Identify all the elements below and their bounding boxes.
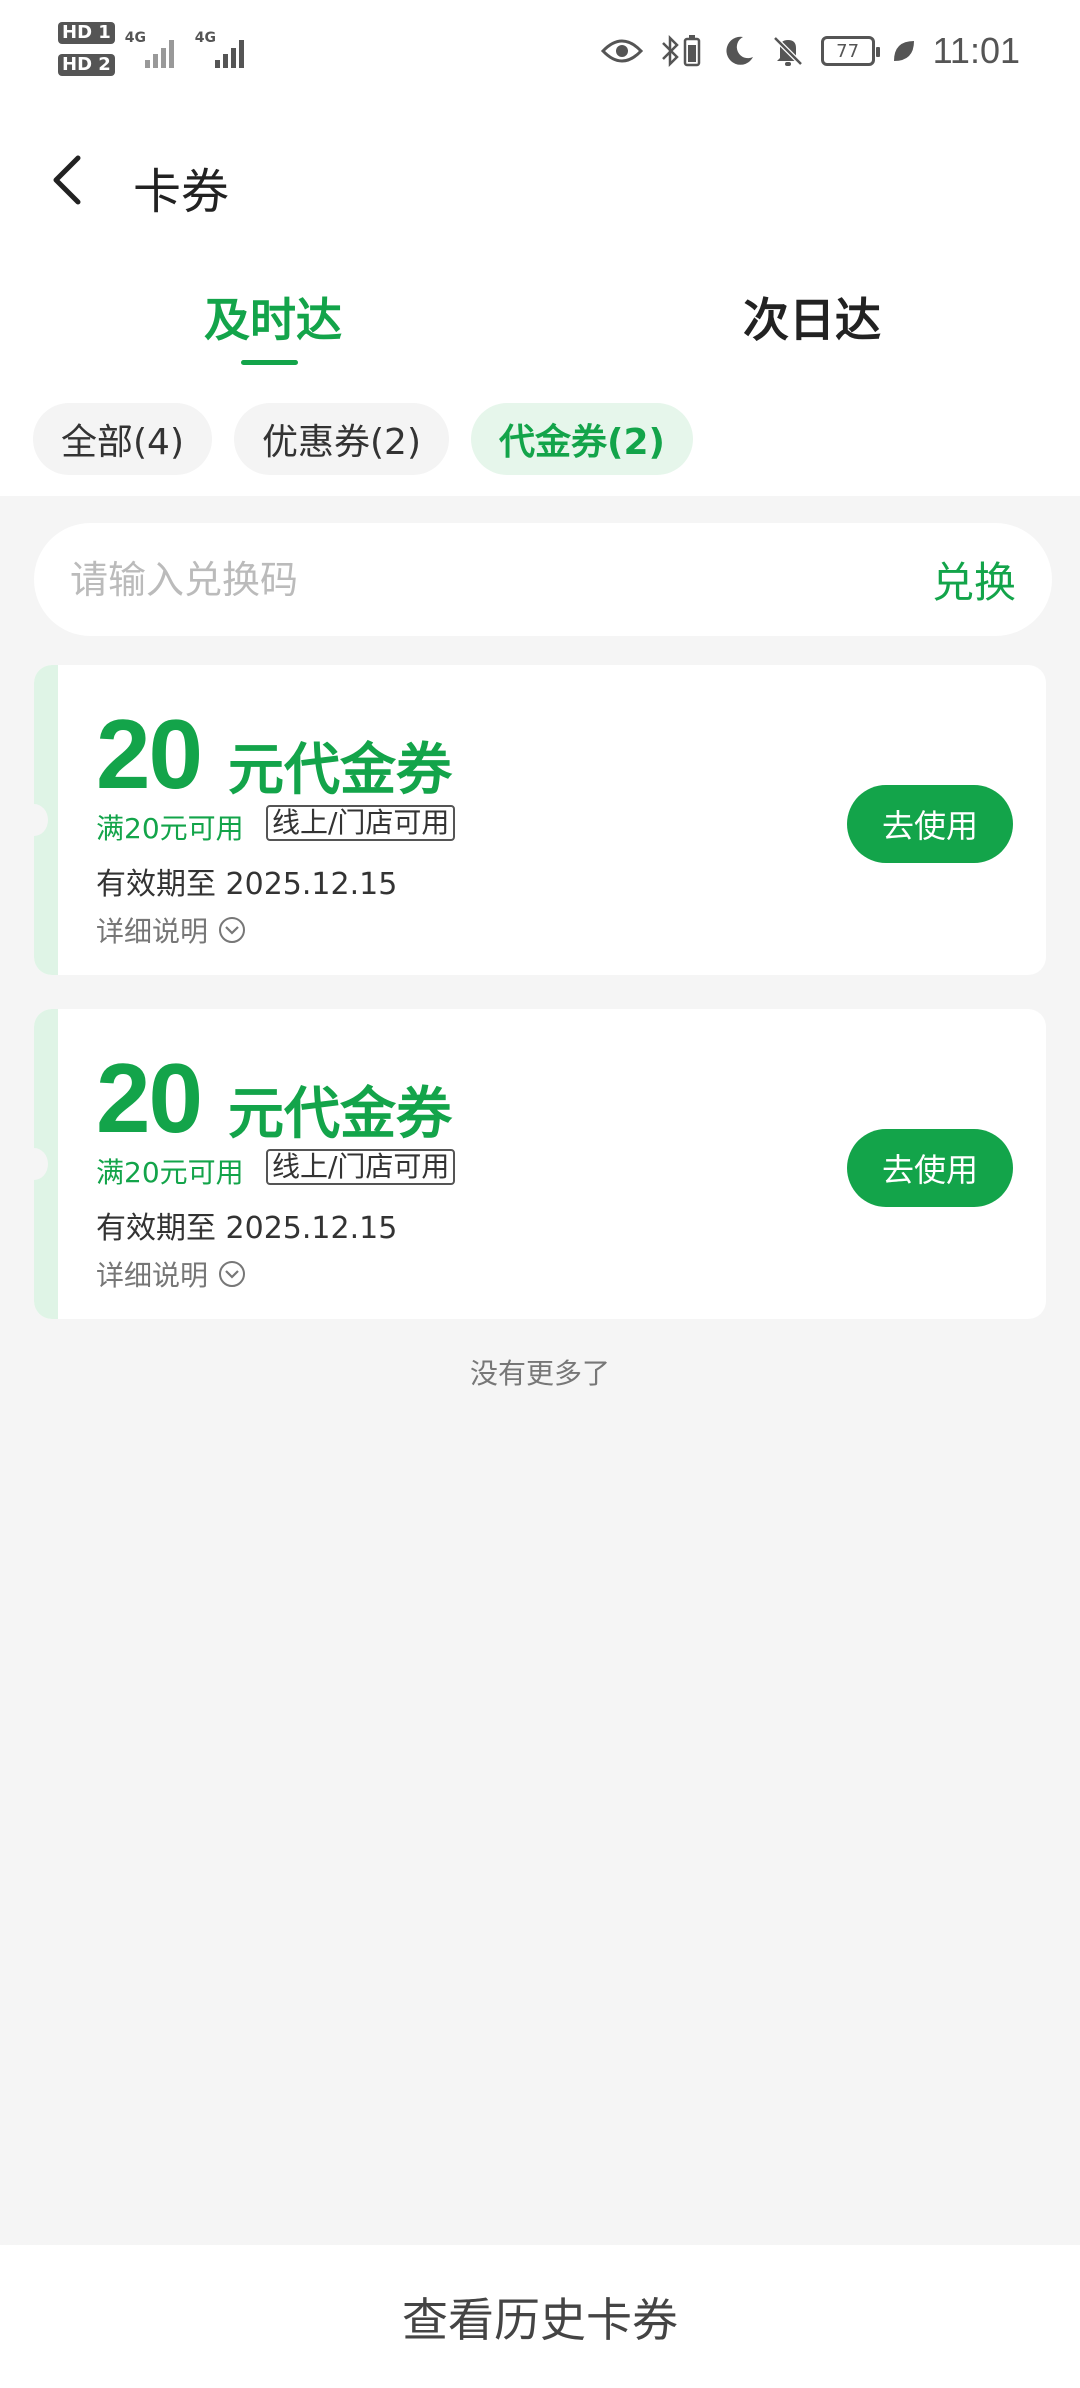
filter-voucher[interactable]: 代金券(2) (471, 403, 693, 475)
leaf-icon (893, 41, 914, 61)
mute-bell-icon (772, 36, 803, 66)
filter-all[interactable]: 全部(4) (33, 403, 212, 475)
chevron-down-circle-icon (219, 1261, 246, 1287)
use-coupon-button[interactable]: 去使用 (847, 1129, 1013, 1207)
signal-icon (144, 40, 174, 68)
coupon-condition: 满20元可用 (96, 812, 244, 845)
tab-next-day[interactable]: 次日达 (743, 284, 881, 350)
coupon-amount: 20 (96, 1043, 203, 1153)
coupon-condition: 满20元可用 (96, 1156, 244, 1189)
coupon-detail-label: 详细说明 (96, 915, 209, 948)
status-left: HD 1 HD 2 4G 4G (58, 22, 255, 76)
battery-indicator: 77 (820, 36, 880, 66)
tab-instant[interactable]: 及时达 (204, 284, 342, 350)
chevron-down-circle-icon (219, 917, 246, 943)
coupon-scope-tag: 线上/门店可用 (266, 1149, 456, 1185)
status-bar: HD 1 HD 2 4G 4G 77 11:01 (0, 0, 1080, 110)
coupon-amount: 20 (96, 699, 203, 809)
back-button[interactable] (42, 150, 102, 210)
signal-1: 4G (125, 22, 185, 72)
coupon-scope-tag: 线上/门店可用 (266, 805, 456, 841)
chevron-left-icon (53, 155, 81, 205)
eye-icon (600, 39, 643, 63)
view-history-button[interactable]: 查看历史卡券 (402, 2284, 678, 2350)
coupon-card: 20 元代金券 满20元可用 线上/门店可用 有效期至 2025.12.15 详… (34, 665, 1046, 975)
footer-bar: 查看历史卡券 (0, 2245, 1080, 2388)
coupons-page: HD 1 HD 2 4G 4G 77 11:01 卡券 及时达 次日达 全部(4… (0, 0, 1080, 2388)
coupon-type: 元代金券 (228, 738, 452, 803)
use-coupon-button[interactable]: 去使用 (847, 785, 1013, 863)
filter-chips: 全部(4) 优惠券(2) 代金券(2) (33, 403, 693, 475)
clock: 11:01 (932, 30, 1020, 71)
coupon-detail-label: 详细说明 (96, 1259, 209, 1292)
status-right: 77 11:01 (600, 30, 1020, 72)
bluetooth-battery-icon (661, 34, 700, 68)
end-of-list-text: 没有更多了 (469, 1357, 610, 1390)
sim2-badge: HD 2 (58, 54, 115, 76)
page-title: 卡券 (133, 164, 230, 220)
redeem-button[interactable]: 兑换 (932, 549, 1016, 610)
redeem-bar: 兑换 (34, 523, 1052, 636)
coupon-type: 元代金券 (228, 1082, 452, 1147)
signal-2: 4G (195, 22, 255, 72)
sim1-badge: HD 1 (58, 22, 115, 44)
coupon-detail-toggle[interactable]: 详细说明 (96, 910, 246, 950)
delivery-tabs: 及时达 次日达 (0, 270, 1080, 380)
coupon-validity: 有效期至 2025.12.15 (96, 1211, 398, 1246)
signal-icon (214, 40, 244, 68)
moon-icon (726, 36, 753, 65)
filter-discount[interactable]: 优惠券(2) (234, 403, 449, 475)
coupon-detail-toggle[interactable]: 详细说明 (96, 1254, 246, 1294)
header: 卡券 (0, 130, 1080, 230)
coupon-card: 20 元代金券 满20元可用 线上/门店可用 有效期至 2025.12.15 详… (34, 1009, 1046, 1319)
redeem-code-input[interactable] (70, 557, 870, 602)
active-tab-indicator (241, 360, 298, 365)
sim-badges: HD 1 HD 2 (58, 22, 115, 76)
coupon-validity: 有效期至 2025.12.15 (96, 867, 398, 902)
